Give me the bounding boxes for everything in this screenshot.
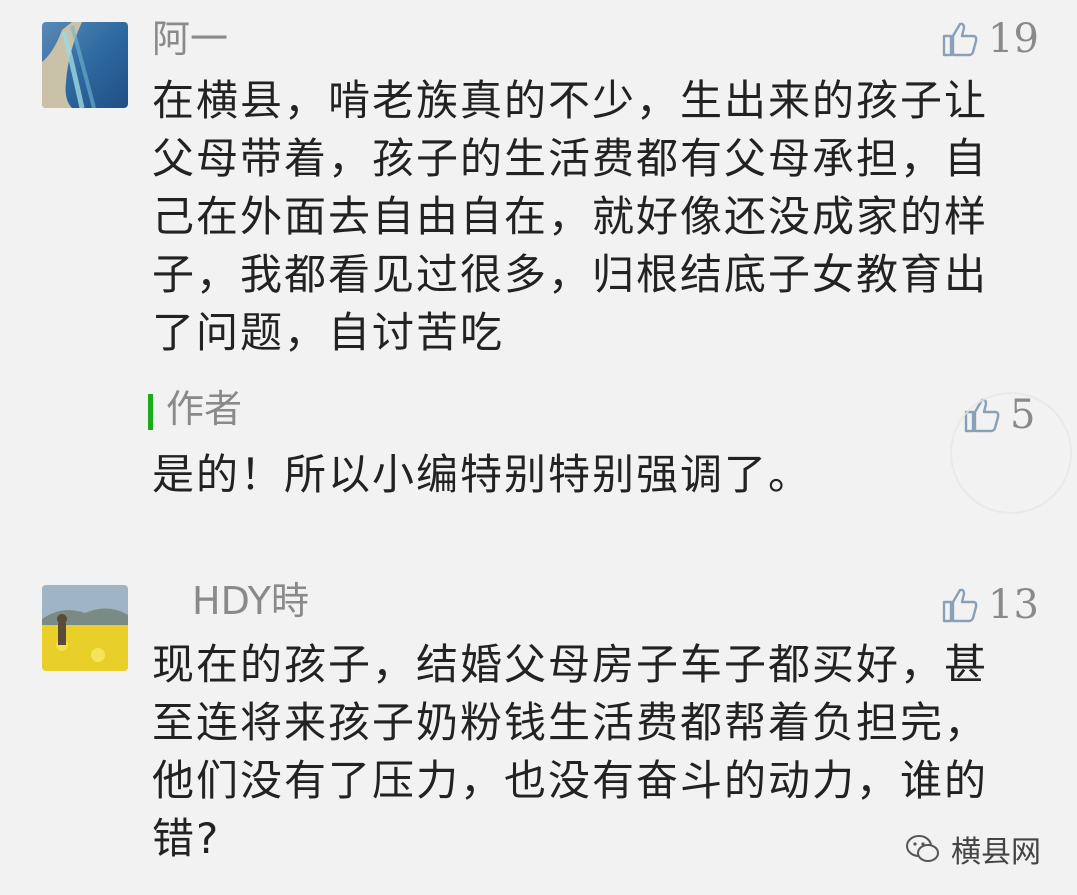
username[interactable]: 阿一 [152,18,228,60]
thumbs-up-icon [942,22,978,57]
reply-indicator [148,394,153,430]
like-button[interactable]: 13 [940,582,1039,628]
like-count: 13 [988,582,1039,628]
footer-brand: 横县网 [905,827,1041,871]
watermark-seal [950,392,1072,514]
wechat-icon [906,835,939,862]
like-count: 19 [988,16,1039,62]
comment-text: 在横县，啃老族真的不少，生出来的孩子让父母带着，孩子的生活费都有父母承担，自己在… [152,76,989,357]
reply-author-label: 作者 [166,387,243,431]
like-button[interactable]: 19 [940,16,1039,62]
reply-text: 是的！所以小编特别特别强调了。 [152,450,813,499]
thumbs-up-icon [942,588,978,623]
avatar[interactable] [42,585,128,671]
avatar-image-flower-field [42,585,128,671]
brand-name: 横县网 [951,835,1041,870]
avatar-image-coastline [42,22,128,108]
username[interactable]: HDY時 [192,580,309,622]
comment-text: 现在的孩子，结婚父母房子车子都买好，甚至连将来孩子奶粉钱生活费都帮着负担完，他们… [152,640,989,863]
avatar[interactable] [42,22,128,108]
